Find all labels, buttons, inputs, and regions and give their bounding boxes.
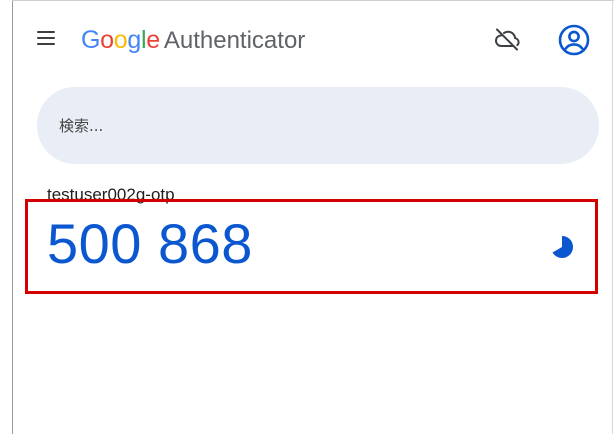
account-circle-icon[interactable] — [558, 24, 590, 56]
countdown-timer-icon — [552, 235, 574, 258]
product-name: Authenticator — [163, 27, 306, 54]
frame-border-top — [12, 0, 614, 1]
app-bar: Google Authenticator — [13, 10, 611, 72]
otp-code[interactable]: 500 868 — [47, 212, 253, 276]
frame-border-right — [612, 0, 613, 434]
authenticator-screen: GoogleAuthenticator testuser002g-otp 500… — [0, 0, 614, 434]
search-input[interactable] — [59, 87, 579, 164]
search-bar[interactable] — [37, 87, 599, 164]
menu-icon[interactable] — [37, 31, 55, 45]
google-logo: Google — [81, 26, 160, 54]
cloud-off-icon[interactable] — [493, 27, 521, 51]
app-title: Google Authenticator — [81, 23, 305, 57]
